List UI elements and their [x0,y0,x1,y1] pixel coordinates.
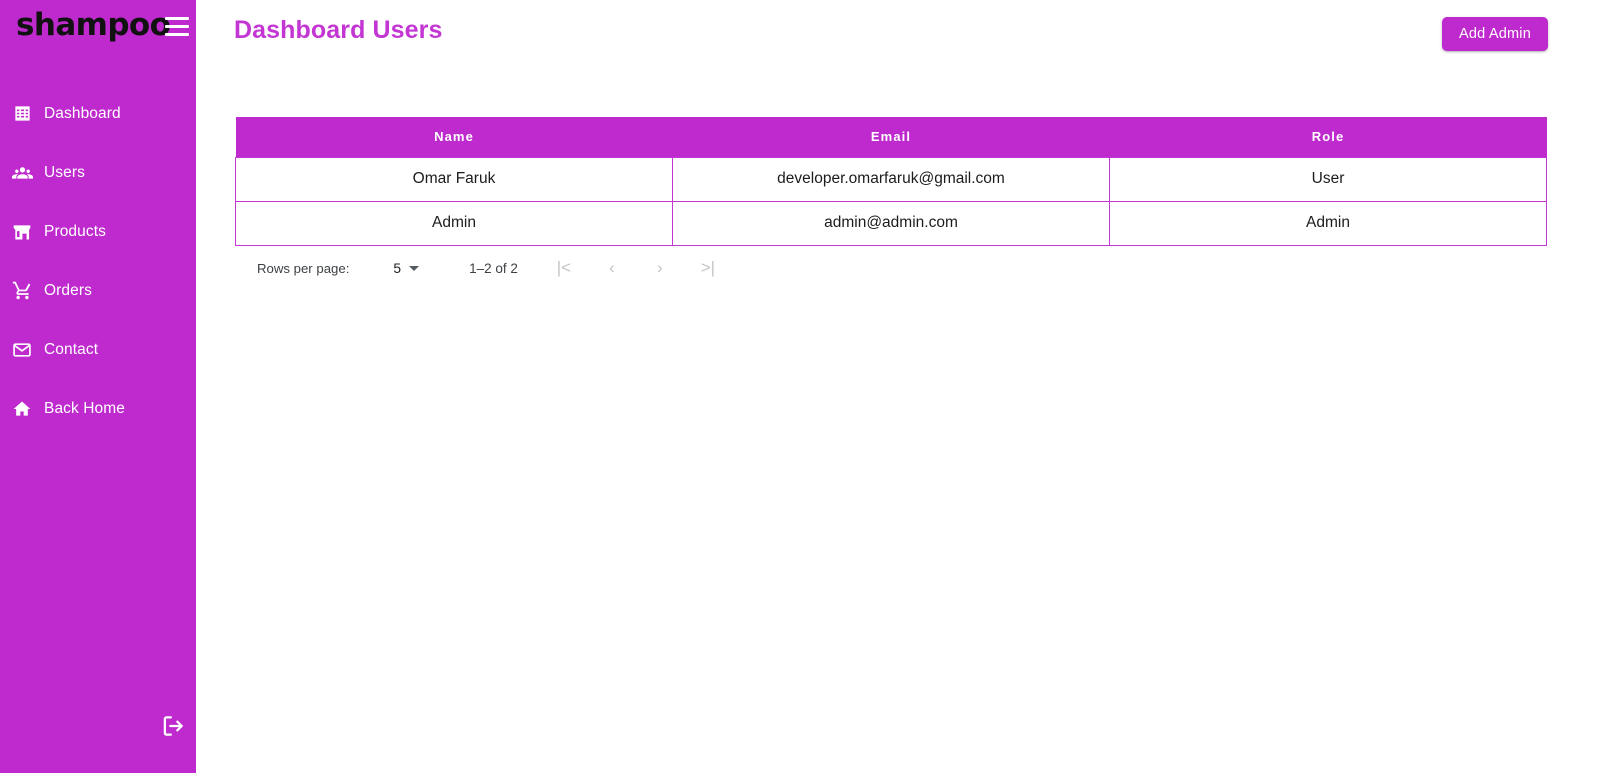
table-row[interactable]: Omar Faruk developer.omarfaruk@gmail.com… [235,156,1547,202]
sidebar-item-back-home[interactable]: Back Home [0,379,196,438]
sidebar-item-label: Back Home [44,399,126,417]
sidebar-nav: Dashboard Users Products Orders Contact … [0,84,196,438]
rows-per-page-select[interactable]: 5 [393,260,420,276]
table-head: Name Email Role [235,117,1547,157]
users-table-container: Name Email Role Omar Faruk developer.oma… [235,117,1547,246]
sidebar-item-label: Users [44,163,85,181]
people-group-icon [0,162,44,183]
sidebar-item-users[interactable]: Users [0,143,196,202]
hamburger-bar [165,17,189,20]
sidebar-item-label: Contact [44,340,99,358]
add-admin-button[interactable]: Add Admin [1442,17,1548,51]
column-header-role[interactable]: Role [1109,117,1547,157]
cell-email: admin@admin.com [672,200,1110,246]
table-pagination: Rows per page: 5 1–2 of 2 |< ‹ › >| [235,252,1546,284]
users-table: Name Email Role Omar Faruk developer.oma… [235,117,1547,246]
table-body: Omar Faruk developer.omarfaruk@gmail.com… [235,156,1547,246]
brand-logo[interactable]: shampoo [16,2,171,48]
column-header-email[interactable]: Email [672,117,1110,157]
first-page-button[interactable]: |< [554,258,574,278]
table-header-row: Name Email Role [235,117,1547,157]
cell-role: User [1109,156,1547,202]
previous-page-button[interactable]: ‹ [602,258,622,278]
page-title: Dashboard Users [234,16,443,44]
next-page-button[interactable]: › [650,258,670,278]
rows-per-page-label: Rows per page: [257,260,350,276]
grid-icon [0,104,44,123]
sidebar-item-dashboard[interactable]: Dashboard [0,84,196,143]
sidebar-item-products[interactable]: Products [0,202,196,261]
pagination-range-label: 1–2 of 2 [469,260,518,276]
home-icon [0,399,44,419]
sidebar: shampoo Dashboard Users Products Orders … [0,0,196,773]
hamburger-icon[interactable] [165,17,189,37]
store-icon [0,222,44,242]
logout-icon[interactable] [160,713,186,739]
sidebar-header: shampoo [0,0,196,56]
hamburger-bar [165,25,189,28]
chevron-down-icon [409,265,420,271]
sidebar-item-contact[interactable]: Contact [0,320,196,379]
table-row[interactable]: Admin admin@admin.com Admin [235,200,1547,246]
hamburger-bar [165,33,189,36]
envelope-icon [0,340,44,360]
shopping-cart-icon [0,280,44,301]
cell-name: Omar Faruk [235,156,673,202]
cell-role: Admin [1109,200,1547,246]
main-content: Dashboard Users Add Admin Name Email Rol… [196,0,1600,773]
cell-email: developer.omarfaruk@gmail.com [672,156,1110,202]
sidebar-item-label: Products [44,222,106,240]
sidebar-item-orders[interactable]: Orders [0,261,196,320]
sidebar-item-label: Orders [44,281,92,299]
sidebar-item-label: Dashboard [44,104,121,122]
last-page-button[interactable]: >| [698,258,718,278]
rows-per-page-value: 5 [393,260,402,276]
column-header-name[interactable]: Name [235,117,673,157]
cell-name: Admin [235,200,673,246]
